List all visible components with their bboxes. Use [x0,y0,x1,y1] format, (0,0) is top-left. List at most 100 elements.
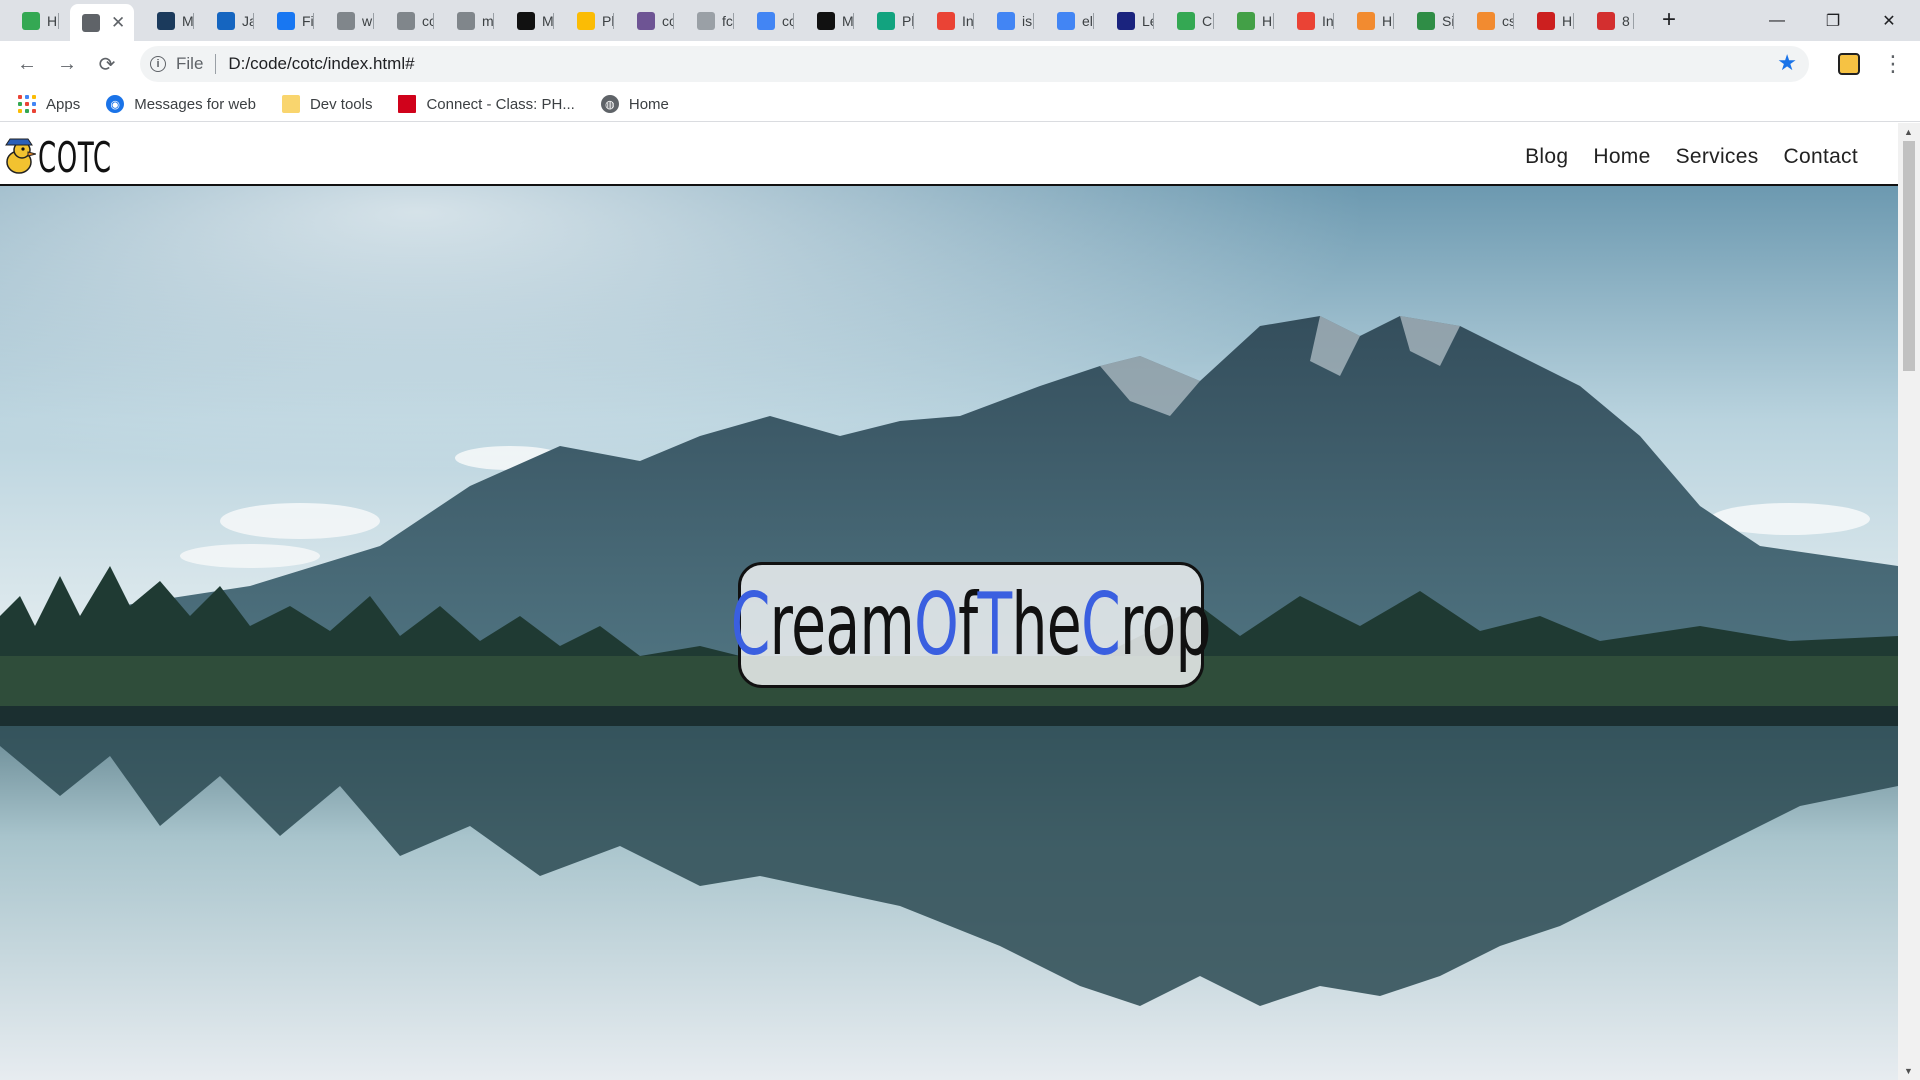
nav-link-services[interactable]: Services [1676,145,1759,169]
tab-title: H [1262,12,1273,29]
green-table-icon [22,11,40,30]
browser-tab[interactable]: In [1285,6,1334,35]
tab-separator [313,13,314,29]
browser-tab[interactable]: M [805,6,854,35]
hero-section: CreamOfTheCrop [0,186,1898,1080]
opera-icon [1537,11,1555,30]
site-navbar: COTC Blog Home Services Contact [0,123,1898,186]
hero-title-capital: C [730,575,771,675]
page-scrollbar[interactable]: ▲ ▼ [1898,123,1920,1080]
browser-tab[interactable]: cc [625,6,674,35]
browser-menu-icon[interactable]: ⋮ [1882,49,1904,79]
nav-link-contact[interactable]: Contact [1784,145,1858,169]
browser-tab[interactable]: H [10,6,59,35]
hero-title-segment: rop [1120,575,1212,675]
tab-title: 8 [1622,12,1630,29]
tab-separator [613,13,614,29]
browser-tab[interactable]: cc [385,6,434,35]
teal-d-icon [877,11,895,30]
bookmark-messages[interactable]: ◉ Messages for web [106,95,256,113]
tab-separator [1093,13,1094,29]
bookmark-label: Apps [46,95,81,113]
green-table-icon [1177,11,1195,30]
bookmark-connect[interactable]: Connect - Class: PH... [398,95,575,113]
browser-tab[interactable]: 8 [1585,6,1634,35]
tab-separator [58,13,59,29]
browser-tab[interactable]: ✕ [70,4,134,41]
browser-tab[interactable]: H [1345,6,1394,35]
browser-tab[interactable]: Ja [205,6,254,35]
mcgraw-hill-icon [398,95,417,113]
browser-tab[interactable]: is [985,6,1034,35]
close-window-button[interactable]: ✕ [1866,0,1912,41]
browser-tab[interactable]: Le [1105,6,1154,35]
scroll-up-icon[interactable]: ▲ [1904,127,1913,137]
info-icon[interactable]: i [150,56,166,72]
tab-title: Fi [302,12,314,29]
green-node-icon [1237,11,1255,30]
tab-title: el [1082,12,1093,29]
address-bar[interactable]: i File D:/code/cotc/index.html# ★ [140,46,1809,82]
gfg-icon [1417,11,1435,30]
duck-logo-icon[interactable] [2,137,36,175]
globe-icon [397,11,415,30]
tab-title: m [482,12,494,29]
browser-tab[interactable]: cc [745,6,794,35]
address-url[interactable]: D:/code/cotc/index.html# [228,54,414,74]
browser-tab[interactable]: Pl [865,6,914,35]
browser-tab[interactable]: fc [685,6,734,35]
browser-tab[interactable]: el [1045,6,1094,35]
hero-title-segment: f [958,575,978,675]
tab-separator [1513,13,1514,29]
tab-close-icon[interactable]: ✕ [111,13,125,33]
tab-separator [493,13,494,29]
tab-separator [433,13,434,29]
bookmark-star-icon[interactable]: ★ [1777,50,1797,76]
back-button[interactable]: ← [12,49,42,79]
bookmark-dev-tools[interactable]: Dev tools [281,95,372,113]
browser-tab[interactable]: cs [1465,6,1514,35]
tab-title: In [1322,12,1334,29]
browser-tab[interactable]: Fi [265,6,314,35]
nav-link-blog[interactable]: Blog [1525,145,1568,169]
browser-tab[interactable]: Pl [565,6,614,35]
browser-tab[interactable]: Si [1405,6,1454,35]
forward-button[interactable]: → [52,49,82,79]
tab-title: H [47,12,58,29]
browser-tab[interactable]: In [925,6,974,35]
hero-title: CreamOfTheCrop [730,575,1212,675]
new-tab-button[interactable]: + [1655,6,1683,34]
tab-strip: + — ❐ ✕ H ✕ M Ja Fi w cc m M Pl cc fc cc M Pl In is el Le C… [0,0,1920,41]
site-logo-text[interactable]: COTC [38,133,112,182]
bookmarks-bar: Apps ◉ Messages for web Dev tools Connec… [0,87,1920,122]
tab-separator [1633,13,1634,29]
tab-separator [973,13,974,29]
browser-tab[interactable]: w [325,6,374,35]
bookmark-apps[interactable]: Apps [18,95,80,113]
bookmark-home[interactable]: ◍ Home [600,95,669,113]
browser-tab[interactable]: H [1525,6,1574,35]
scroll-down-icon[interactable]: ▼ [1904,1066,1913,1076]
dark-badge-icon [157,11,175,30]
extension-icon[interactable] [1838,53,1860,75]
browser-tab[interactable]: m [445,6,494,35]
tab-title: H [1382,12,1393,29]
orange-hand-icon [1357,11,1375,30]
browser-tab[interactable]: M [145,6,194,35]
browser-tab[interactable]: C [1165,6,1214,35]
hero-title-capital: O [914,575,959,675]
hero-title-capital: T [977,575,1013,675]
minimize-button[interactable]: — [1754,0,1800,41]
browser-tab[interactable]: H [1225,6,1274,35]
browser-tab[interactable]: M [505,6,554,35]
restore-button[interactable]: ❐ [1810,0,1856,41]
tab-separator [1453,13,1454,29]
tab-separator [853,13,854,29]
medium-icon [517,11,535,30]
scrollbar-thumb[interactable] [1903,141,1915,371]
tab-title: M [842,12,854,29]
reload-button[interactable]: ⟳ [92,49,122,79]
nav-link-home[interactable]: Home [1593,145,1650,169]
bookmark-label: Messages for web [134,95,256,113]
apps-grid-icon [18,95,36,113]
